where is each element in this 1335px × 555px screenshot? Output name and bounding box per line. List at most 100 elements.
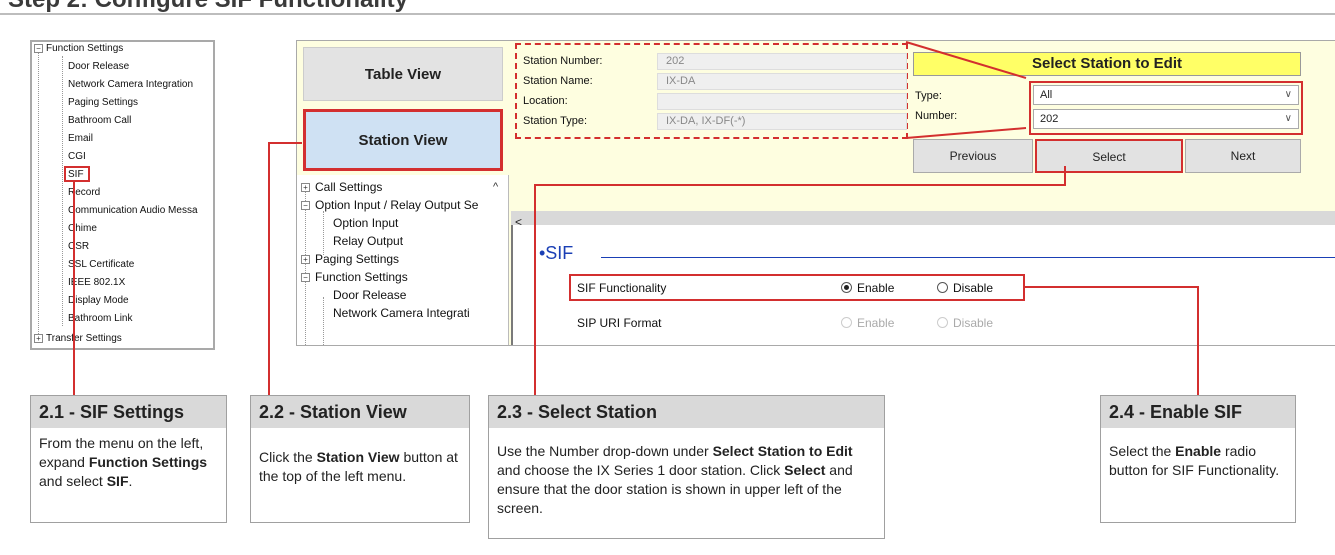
callout-title: 2.4 - Enable SIF — [1101, 396, 1295, 428]
tree-item-cgi[interactable]: CGI — [68, 151, 86, 162]
sip-disable-radio[interactable] — [937, 317, 948, 328]
tree-guide — [62, 56, 63, 326]
callout-text: Click the — [259, 449, 317, 465]
tree-item-paging-settings[interactable]: Paging Settings — [68, 97, 138, 108]
previous-button[interactable]: Previous — [913, 139, 1033, 173]
number-label: Number: — [915, 110, 958, 122]
nav-relay-output[interactable]: Relay Output — [333, 234, 403, 248]
sif-settings-content: •SIF SIF Functionality Enable Disable SI… — [511, 225, 1335, 345]
tree-item-function-settings[interactable]: Function Settings — [46, 43, 123, 54]
tree-guide — [323, 211, 324, 255]
tree-guide — [305, 187, 306, 345]
tree-guide — [323, 297, 324, 345]
callout-title: 2.2 - Station View — [251, 396, 469, 428]
collapse-icon[interactable]: − — [301, 201, 310, 210]
station-view-button[interactable]: Station View — [303, 109, 503, 171]
tree-item-csr[interactable]: CSR — [68, 241, 89, 252]
sif-row-highlight — [569, 274, 1025, 301]
expand-icon[interactable]: + — [34, 334, 43, 343]
tree-guide — [38, 52, 39, 342]
nav-paging-settings[interactable]: Paging Settings — [315, 252, 399, 266]
station-editor-panel: Table View Station View + Call Settings … — [296, 40, 1335, 346]
callout-bold-text: SIF — [106, 473, 129, 489]
connector-line — [1197, 286, 1199, 396]
location-value — [657, 93, 907, 110]
table-view-button[interactable]: Table View — [303, 47, 503, 101]
next-button[interactable]: Next — [1185, 139, 1301, 173]
callout-bold-text: Function Settings — [88, 454, 208, 470]
sif-section-title: •SIF — [539, 243, 574, 263]
callout-title: 2.3 - Select Station — [489, 396, 884, 428]
tree-item-communication-audio[interactable]: Communication Audio Messa — [68, 205, 198, 216]
settings-tree-panel: − Function Settings Door Release Network… — [30, 40, 215, 350]
callout-text: Select the — [1109, 443, 1176, 459]
scroll-up-icon[interactable]: ^ — [493, 181, 498, 193]
tree-item-network-camera-integration[interactable]: Network Camera Integration — [68, 79, 193, 90]
callout-text: and choose the IX Series 1 door station.… — [497, 462, 785, 478]
callout-bold-text: Enable — [1175, 443, 1222, 459]
nav-call-settings[interactable]: Call Settings — [315, 180, 382, 194]
sif-title-rule — [601, 257, 1335, 258]
callout-body: Use the Number drop-down under Select St… — [497, 442, 878, 518]
station-name-label: Station Name: — [523, 75, 593, 87]
type-label: Type: — [915, 90, 942, 102]
callout-bold-text: Station View — [316, 449, 400, 465]
nav-option-input[interactable]: Option Input — [333, 216, 398, 230]
expand-icon[interactable]: + — [301, 183, 310, 192]
content-divider-bar — [511, 211, 1335, 225]
tree-item-ssl-certificate[interactable]: SSL Certificate — [68, 259, 134, 270]
expand-icon[interactable]: + — [301, 255, 310, 264]
callout-text: . — [128, 473, 133, 489]
connector-line — [268, 142, 302, 144]
station-name-value: IX-DA — [657, 73, 907, 90]
select-station-panel: Select Station to Edit Type: All ∨ Numbe… — [911, 47, 1303, 177]
station-number-label: Station Number: — [523, 55, 603, 67]
sip-enable-radio[interactable] — [841, 317, 852, 328]
callout-sif-settings: 2.1 - SIF Settings From the menu on the … — [30, 395, 227, 523]
connector-line — [1064, 166, 1066, 184]
nav-network-camera[interactable]: Network Camera Integrati — [333, 306, 470, 320]
title-divider — [0, 13, 1335, 15]
connector-line — [534, 184, 1066, 186]
tree-item-bathroom-link[interactable]: Bathroom Link — [68, 313, 132, 324]
callout-body: Click the Station View button at the top… — [259, 448, 463, 486]
callout-title: 2.1 - SIF Settings — [31, 396, 226, 428]
callout-select-station: 2.3 - Select Station Use the Number drop… — [488, 395, 885, 539]
location-label: Location: — [523, 95, 568, 107]
tree-item-bathroom-call[interactable]: Bathroom Call — [68, 115, 131, 126]
tree-item-transfer-settings[interactable]: Transfer Settings — [46, 333, 122, 344]
callout-bold-text: Select — [784, 462, 826, 478]
connector-line — [73, 180, 75, 396]
connector-line — [534, 184, 536, 396]
tree-item-email[interactable]: Email — [68, 133, 93, 144]
callout-bold-text: Select Station to Edit — [712, 443, 853, 459]
dropdown-highlight — [1029, 81, 1303, 135]
callout-text: and select — [39, 473, 107, 489]
station-info-box: Station Number: 202 Station Name: IX-DA … — [515, 43, 908, 139]
station-type-value: IX-DA, IX-DF(-*) — [657, 113, 907, 130]
page-title: Step 2: Configure SIF Functionality — [0, 0, 1335, 14]
sip-uri-format-label: SIP URI Format — [577, 316, 662, 330]
nav-function-settings[interactable]: Function Settings — [315, 270, 408, 284]
sif-highlight — [64, 166, 90, 182]
callout-station-view: 2.2 - Station View Click the Station Vie… — [250, 395, 470, 523]
station-number-value: 202 — [657, 53, 907, 70]
nav-door-release[interactable]: Door Release — [333, 288, 406, 302]
tree-item-door-release[interactable]: Door Release — [68, 61, 129, 72]
collapse-icon[interactable]: − — [34, 44, 43, 53]
nav-option-input-relay[interactable]: Option Input / Relay Output Se — [315, 198, 478, 212]
tree-item-display-mode[interactable]: Display Mode — [68, 295, 129, 306]
callout-body: Select the Enable radio button for SIF F… — [1109, 442, 1289, 480]
station-type-label: Station Type: — [523, 115, 588, 127]
sip-enable-label: Enable — [857, 316, 895, 330]
select-button[interactable]: Select — [1035, 139, 1183, 173]
connector-line — [268, 142, 270, 396]
station-nav-tree: + Call Settings − Option Input / Relay O… — [297, 175, 509, 345]
connector-line — [1025, 286, 1199, 288]
collapse-icon[interactable]: − — [301, 273, 310, 282]
callout-enable-sif: 2.4 - Enable SIF Select the Enable radio… — [1100, 395, 1296, 523]
select-station-header: Select Station to Edit — [913, 52, 1301, 76]
callout-text: Use the Number drop-down under — [497, 443, 713, 459]
tree-item-ieee[interactable]: IEEE 802.1X — [68, 277, 125, 288]
sip-disable-label: Disable — [953, 316, 994, 330]
